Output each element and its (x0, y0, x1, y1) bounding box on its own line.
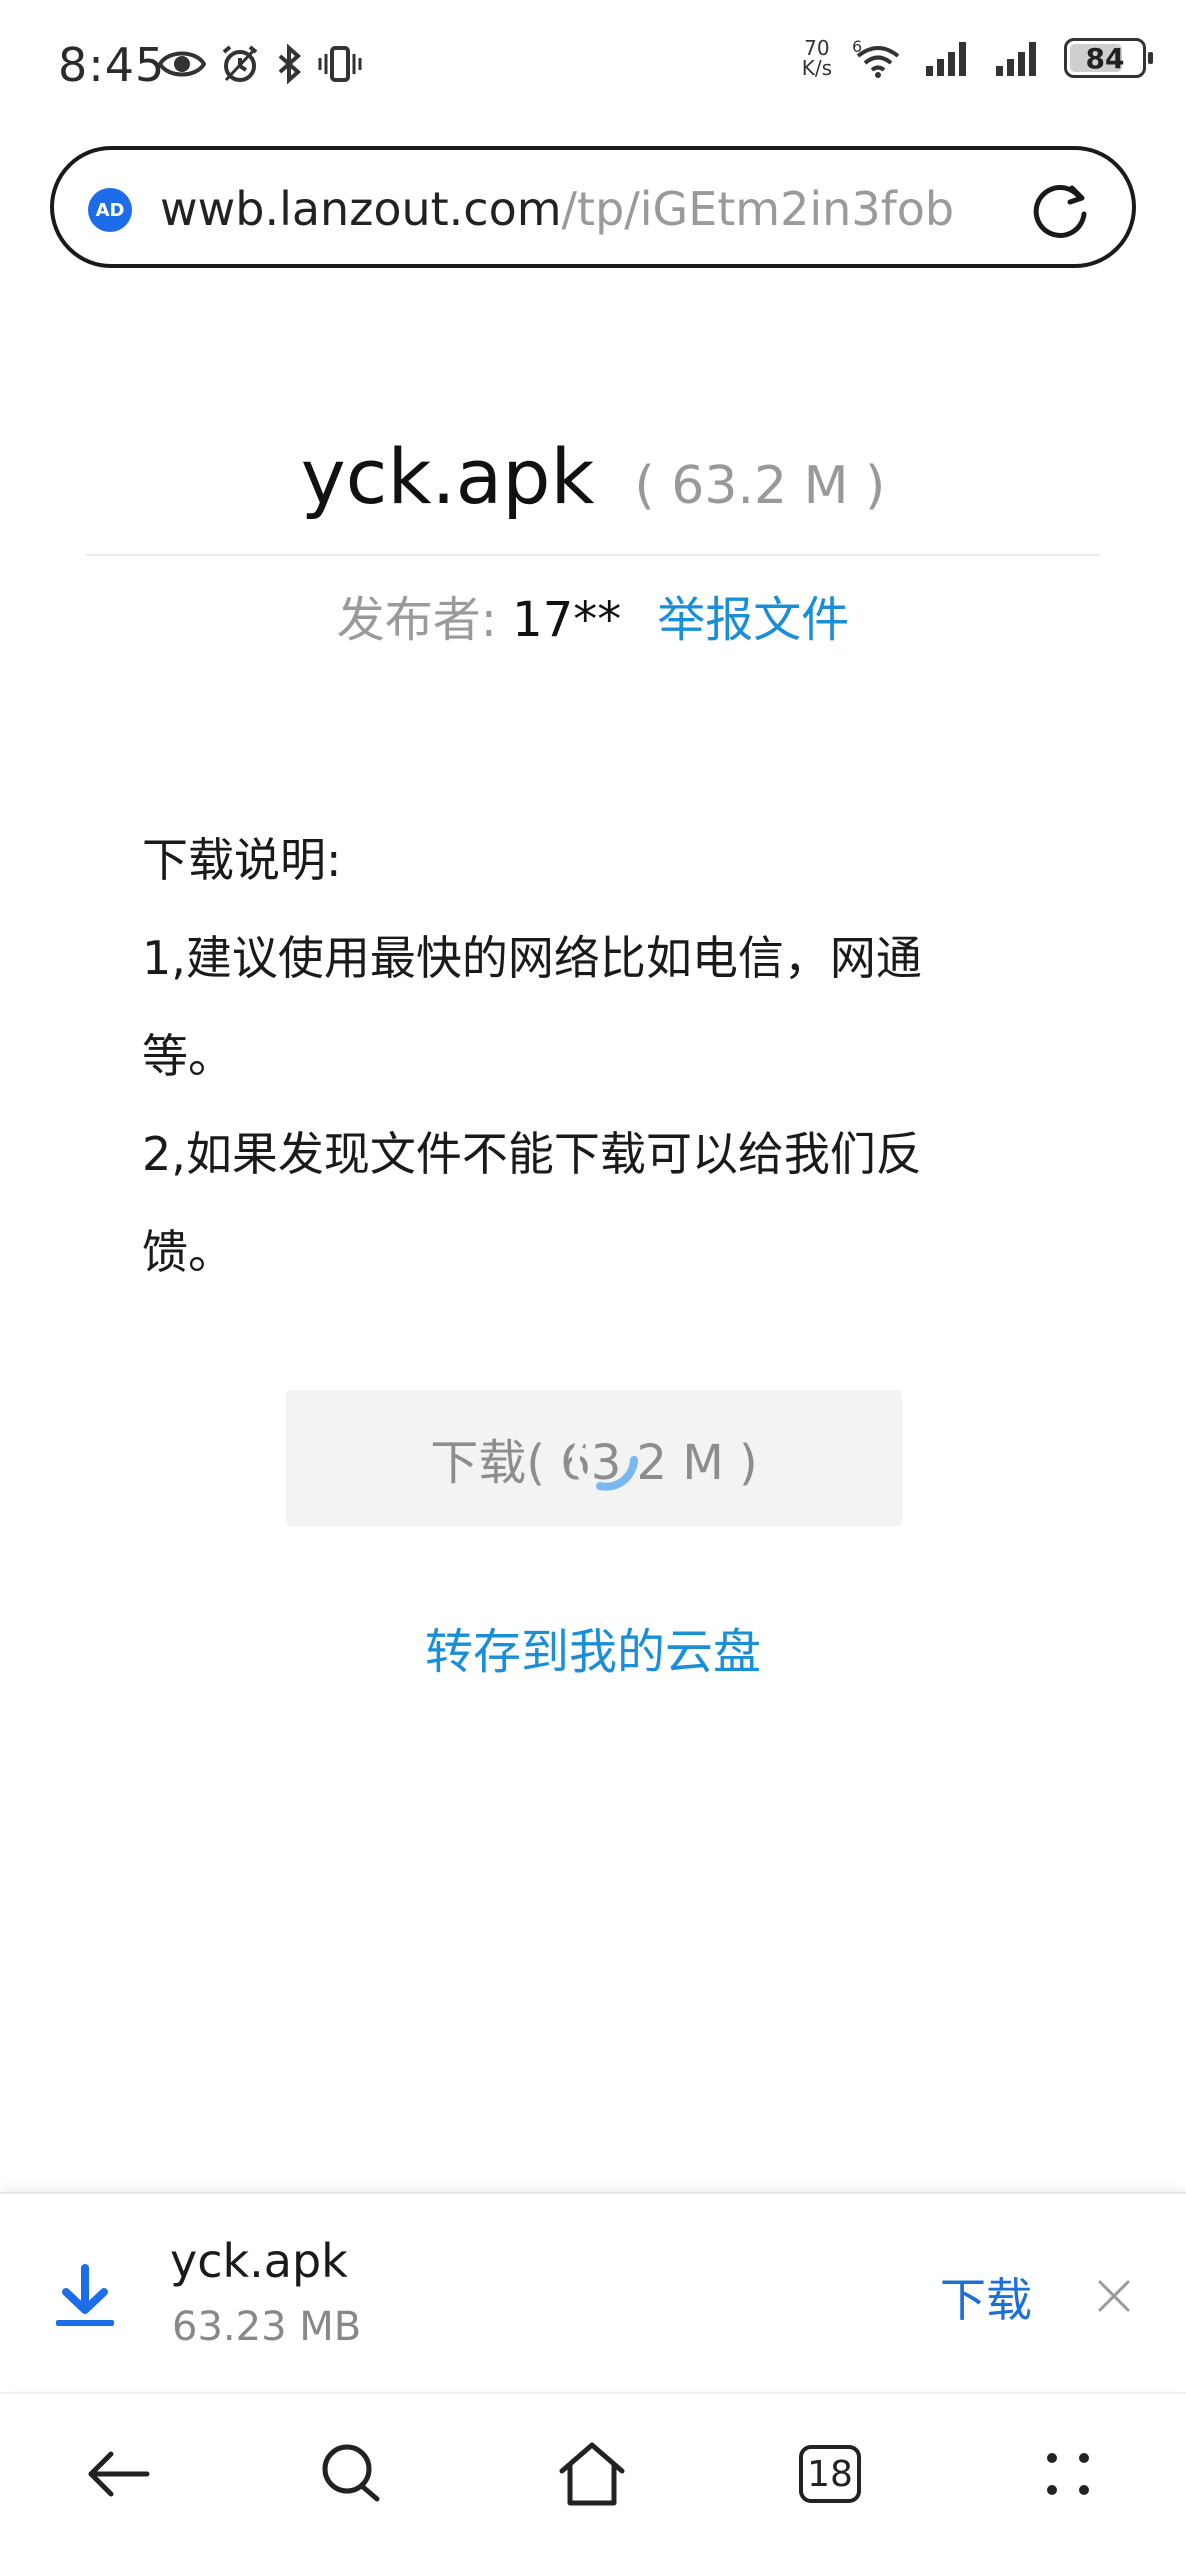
bluetooth-icon (278, 44, 302, 84)
publisher-name: 17** (512, 592, 622, 648)
file-title: yck.apk ( 63.2 M ) (0, 432, 1186, 521)
status-icons-left (158, 44, 362, 84)
vibrate-icon (318, 46, 362, 82)
status-bar: 8:45 70 K/s 6 84 (0, 0, 1186, 135)
publisher-row: 发布者: 17** 举报文件 (0, 580, 1186, 650)
instruction-line: 2,如果发现文件不能下载可以给我们反 (142, 1127, 922, 1181)
download-file-size: 63.23 MB (172, 2304, 362, 2350)
wifi-icon: 6 (852, 38, 900, 78)
instruction-line: 1,建议使用最快的网络比如电信，网通 (142, 931, 922, 985)
loading-spinner-icon (572, 1424, 640, 1492)
home-button[interactable] (552, 2434, 632, 2514)
download-icon (56, 2264, 114, 2326)
save-to-cloud-link[interactable]: 转存到我的云盘 (0, 1612, 1186, 1682)
download-file-name: yck.apk (170, 2234, 348, 2288)
url-text[interactable]: wwb.lanzout.com/tp/iGEtm2in3fob (160, 182, 954, 236)
tabs-count-badge: 18 (799, 2445, 861, 2503)
url-path: /tp/iGEtm2in3fob (561, 182, 955, 236)
alarm-off-icon (222, 45, 258, 82)
instructions-title: 下载说明: (142, 833, 342, 887)
publisher-label: 发布者: (336, 592, 513, 648)
file-name: yck.apk (300, 432, 595, 521)
download-snackbar: yck.apk 63.23 MB 下载 (0, 2192, 1186, 2390)
battery-icon: 84 (1064, 38, 1153, 78)
report-file-link[interactable]: 举报文件 (657, 592, 849, 648)
url-host: wwb.lanzout.com (160, 182, 562, 236)
net-speed: 70 K/s (801, 36, 832, 80)
more-menu-icon (1047, 2453, 1089, 2495)
back-arrow-icon (88, 2451, 150, 2497)
bottom-nav-bar: 18 (0, 2392, 1186, 2560)
instruction-line: 等。 (142, 1029, 234, 1083)
file-size: ( 63.2 M ) (634, 456, 886, 516)
back-button[interactable] (78, 2434, 158, 2514)
signal-icon-sim1 (926, 42, 966, 76)
eye-icon (158, 51, 206, 77)
status-time: 8:45 (58, 38, 166, 92)
instruction-line: 馈。 (142, 1225, 234, 1279)
search-icon (322, 2444, 380, 2502)
ad-block-icon[interactable]: AD (88, 188, 132, 232)
home-icon (559, 2442, 625, 2506)
tabs-button[interactable]: 18 (790, 2434, 870, 2514)
url-bar[interactable]: AD wwb.lanzout.com/tp/iGEtm2in3fob (50, 146, 1136, 268)
download-action-button[interactable]: 下载 (940, 2264, 1032, 2330)
download-instructions: 下载说明: 1,建议使用最快的网络比如电信，网通 等。 2,如果发现文件不能下载… (142, 830, 1042, 1320)
status-icons-right: 70 K/s 6 84 (801, 36, 1153, 80)
battery-level: 84 (1085, 41, 1125, 75)
divider (86, 554, 1100, 556)
menu-button[interactable] (1028, 2434, 1108, 2514)
close-icon[interactable] (1092, 2274, 1136, 2318)
search-button[interactable] (312, 2434, 392, 2514)
signal-icon-sim2 (996, 42, 1036, 76)
reload-icon[interactable] (1030, 178, 1092, 240)
